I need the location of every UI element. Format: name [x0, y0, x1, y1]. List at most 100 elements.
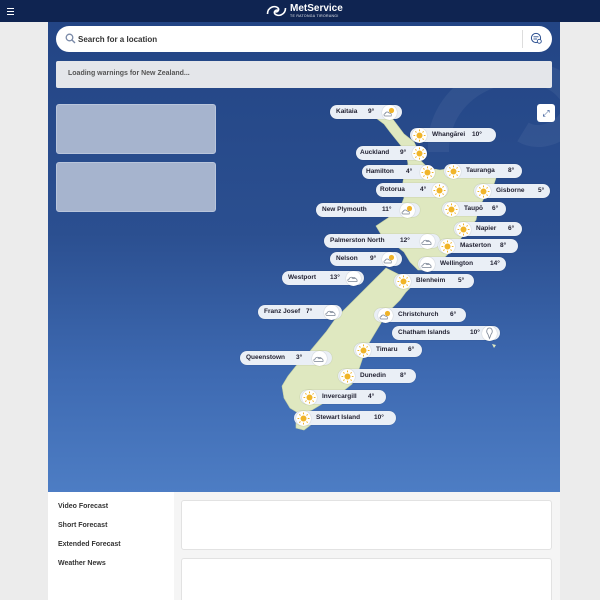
- sunny-icon: [340, 368, 355, 384]
- metservice-swirl-logo: [266, 5, 287, 17]
- partly-cloudy-icon: [400, 202, 415, 218]
- location-pill[interactable]: Masterton 8°: [438, 238, 518, 254]
- location-pill[interactable]: Taupō 6°: [442, 201, 506, 217]
- search-bar: [56, 26, 552, 52]
- location-name: Stewart Island: [316, 414, 361, 421]
- sunny-icon: [356, 342, 371, 358]
- top-bar: MetService TE RATONGA TIRORANGI: [0, 0, 600, 22]
- location-temperature: 9°: [400, 149, 407, 156]
- location-pill[interactable]: Tauranga 8°: [444, 163, 522, 179]
- location-pill[interactable]: Westport 13°: [282, 270, 364, 286]
- location-temperature: 6°: [408, 346, 415, 353]
- sunny-icon: [446, 163, 461, 179]
- location-name: Hamilton: [366, 168, 394, 175]
- forecast-card-placeholder[interactable]: [56, 104, 216, 154]
- location-name: Westport: [288, 274, 317, 281]
- sunny-icon: [412, 127, 427, 143]
- location-pill[interactable]: Palmerston North 12°: [324, 233, 440, 249]
- location-pill[interactable]: Timaru 6°: [354, 342, 422, 358]
- search-divider: [522, 30, 523, 48]
- location-temperature: 14°: [490, 260, 500, 267]
- nav-weather-news[interactable]: Weather News: [58, 560, 106, 567]
- nav-short-forecast[interactable]: Short Forecast: [58, 522, 107, 529]
- location-temperature: 7°: [306, 308, 313, 315]
- location-temperature: 5°: [458, 277, 465, 284]
- warnings-text: Loading warnings for New Zealand...: [68, 70, 190, 77]
- location-temperature: 9°: [370, 255, 377, 262]
- nav-extended-forecast[interactable]: Extended Forecast: [58, 541, 121, 548]
- location-temperature: 9°: [368, 108, 375, 115]
- sunny-icon: [432, 182, 447, 198]
- location-name: Queenstown: [246, 354, 286, 361]
- showers-icon: [482, 325, 497, 341]
- sunny-icon: [444, 201, 459, 217]
- location-pill[interactable]: Hamilton 4°: [362, 164, 435, 180]
- location-pill[interactable]: Invercargill 4°: [300, 389, 386, 405]
- cloudy-icon: [324, 304, 339, 320]
- cloudy-icon: [312, 350, 327, 366]
- location-temperature: 6°: [508, 225, 515, 232]
- brand-tagline: TE RATONGA TIRORANGI: [290, 13, 339, 18]
- location-pill[interactable]: Gisborne 5°: [474, 183, 550, 199]
- content-placeholder: [181, 558, 552, 600]
- location-name: Chatham Islands: [398, 329, 451, 336]
- location-temperature: 11°: [382, 206, 392, 213]
- location-temperature: 3°: [296, 354, 303, 361]
- location-name: Invercargill: [322, 393, 357, 400]
- search-input[interactable]: [78, 32, 518, 46]
- location-temperature: 4°: [368, 393, 375, 400]
- location-name: Dunedin: [360, 372, 386, 379]
- location-pill[interactable]: Nelson 9°: [330, 251, 402, 267]
- search-icon: [65, 33, 76, 44]
- location-pill[interactable]: Stewart Island 10°: [294, 410, 396, 426]
- forecast-card-placeholder[interactable]: [56, 162, 216, 212]
- location-temperature: 5°: [538, 187, 545, 194]
- location-name: Nelson: [336, 255, 358, 262]
- location-temperature: 8°: [508, 167, 515, 174]
- location-temperature: 8°: [500, 242, 507, 249]
- menu-button[interactable]: [3, 4, 18, 18]
- location-pill[interactable]: Whangārei 10°: [410, 127, 496, 143]
- location-temperature: 12°: [400, 237, 410, 244]
- warnings-banner[interactable]: Loading warnings for New Zealand...: [56, 61, 552, 88]
- partly-cloudy-icon: [382, 251, 397, 267]
- sunny-icon: [396, 273, 411, 289]
- location-temperature: 10°: [470, 329, 480, 336]
- expand-map-button[interactable]: ⤢: [537, 104, 555, 122]
- location-pill[interactable]: New Plymouth 11°: [316, 202, 420, 218]
- location-temperature: 4°: [420, 186, 427, 193]
- location-name: Whangārei: [432, 131, 466, 138]
- nav-video-forecast[interactable]: Video Forecast: [58, 503, 108, 510]
- location-pill[interactable]: Queenstown 3°: [240, 350, 332, 366]
- location-name: Palmerston North: [330, 237, 385, 244]
- partly-cloudy-icon: [378, 307, 393, 323]
- location-pill[interactable]: Auckland 9°: [356, 145, 427, 161]
- location-pill[interactable]: Franz Josef 7°: [258, 304, 342, 320]
- location-temperature: 10°: [472, 131, 482, 138]
- location-pill[interactable]: Napier 6°: [454, 221, 522, 237]
- location-pill[interactable]: Blenheim 5°: [394, 273, 474, 289]
- expand-icon: ⤢: [542, 107, 550, 118]
- sunny-icon: [456, 221, 471, 237]
- sunny-icon: [476, 183, 491, 199]
- location-name: New Plymouth: [322, 206, 367, 213]
- location-name: Tauranga: [466, 167, 495, 174]
- location-name: Taupō: [464, 205, 484, 212]
- location-name: Auckland: [360, 149, 390, 156]
- location-pill[interactable]: Wellington 14°: [418, 256, 506, 272]
- location-pill[interactable]: Christchurch 6°: [374, 307, 466, 323]
- location-pill[interactable]: Dunedin 8°: [338, 368, 416, 384]
- sunny-icon: [296, 410, 311, 426]
- cloudy-icon: [420, 233, 435, 249]
- location-temperature: 8°: [400, 372, 407, 379]
- location-name: Masterton: [460, 242, 492, 249]
- sunny-icon: [412, 145, 427, 161]
- location-pill[interactable]: Kaitaia 9°: [330, 104, 402, 120]
- location-search-icon[interactable]: [530, 32, 543, 45]
- location-pill[interactable]: Chatham Islands 10°: [392, 325, 500, 341]
- location-name: Gisborne: [496, 187, 525, 194]
- location-name: Wellington: [440, 260, 474, 267]
- sunny-icon: [440, 238, 455, 254]
- metservice-logo[interactable]: MetService TE RATONGA TIRORANGI: [266, 3, 343, 19]
- location-pill[interactable]: Rotorua 4°: [376, 182, 448, 198]
